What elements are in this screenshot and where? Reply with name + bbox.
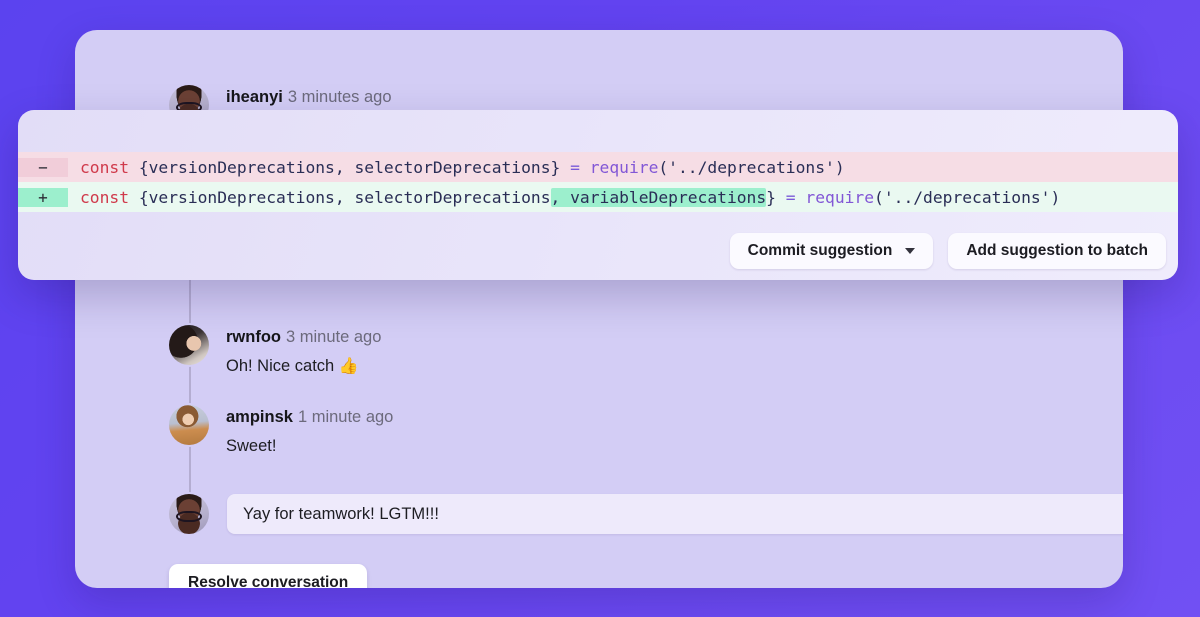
reply-input-value: Yay for teamwork! LGTM!!! (243, 504, 439, 523)
resolve-conversation-button[interactable]: Resolve conversation (169, 564, 368, 588)
avatar[interactable] (169, 405, 209, 445)
code-token: const (80, 157, 130, 177)
add-suggestion-to-batch-button[interactable]: Add suggestion to batch (948, 233, 1166, 269)
comment-rwnfoo: rwnfoo 3 minute ago Oh! Nice catch 👍 (169, 325, 381, 377)
comment-meta: ampinsk 1 minute ago (226, 407, 393, 427)
code-token: ('../deprecations') (874, 187, 1061, 207)
commit-suggestion-button[interactable]: Commit suggestion (729, 233, 934, 269)
code-token: const (80, 187, 130, 207)
code-token: ('../deprecations') (658, 157, 845, 177)
comment-text: Oh! Nice catch 👍 (226, 356, 381, 377)
reply-row: Yay for teamwork! LGTM!!! (169, 494, 1123, 534)
code-token: require (589, 157, 659, 177)
comment-text-content: Oh! Nice catch (226, 357, 335, 375)
avatar[interactable] (169, 494, 209, 534)
diff-code-added: const {versionDeprecations, selectorDepr… (68, 187, 1061, 207)
comment-timestamp: 3 minutes ago (287, 88, 392, 106)
suggestion-actions: Commit suggestion Add suggestion to batc… (729, 233, 1166, 269)
comment-body: rwnfoo 3 minute ago Oh! Nice catch 👍 (226, 325, 381, 377)
comment-author[interactable]: rwnfoo (226, 328, 281, 346)
diff-marker-added-icon: + (18, 187, 68, 207)
comment-meta: iheanyi 3 minutes ago (226, 87, 392, 107)
chevron-down-icon[interactable] (905, 248, 916, 254)
code-token: {versionDeprecations, selectorDeprecatio… (129, 157, 571, 177)
code-token: = (785, 187, 796, 207)
code-token: = (570, 157, 580, 177)
avatar[interactable] (169, 325, 209, 365)
code-token: require (805, 187, 875, 207)
diff-line-removed: − const {versionDeprecations, selectorDe… (18, 152, 1178, 182)
diff-code-removed: const {versionDeprecations, selectorDepr… (68, 158, 845, 177)
comment-text: Sweet! (226, 437, 277, 455)
add-suggestion-to-batch-label: Add suggestion to batch (966, 242, 1148, 259)
reply-input[interactable]: Yay for teamwork! LGTM!!! (227, 494, 1123, 534)
thumbs-up-icon: 👍 (338, 358, 359, 375)
suggestion-card: − const {versionDeprecations, selectorDe… (18, 110, 1178, 280)
diff-marker-removed-icon: − (18, 157, 68, 177)
comment-body: iheanyi 3 minutes ago (226, 85, 392, 107)
code-token: } (766, 187, 786, 207)
commit-suggestion-label: Commit suggestion (747, 242, 893, 259)
comment-author[interactable]: iheanyi (226, 88, 283, 106)
diff-line-added: + const {versionDeprecations, selectorDe… (18, 182, 1178, 212)
code-token-highlight: , variableDeprecations (550, 187, 767, 207)
comment-timestamp: 3 minute ago (286, 328, 382, 346)
comment-body: ampinsk 1 minute ago Sweet! (226, 405, 393, 457)
comment-ampinsk: ampinsk 1 minute ago Sweet! (169, 405, 393, 457)
code-token: {versionDeprecations, selectorDeprecatio… (129, 187, 551, 207)
comment-meta: rwnfoo 3 minute ago (226, 327, 381, 347)
comment-author[interactable]: ampinsk (226, 408, 293, 426)
comment-timestamp: 1 minute ago (297, 408, 394, 426)
